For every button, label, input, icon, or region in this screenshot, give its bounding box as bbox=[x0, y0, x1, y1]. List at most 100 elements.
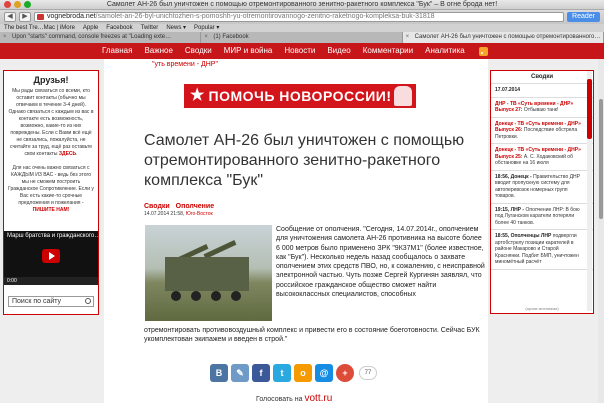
vk-share-button[interactable]: В bbox=[210, 364, 228, 382]
twitter-share-button[interactable]: t bbox=[273, 364, 291, 382]
vott-link[interactable]: vott.ru bbox=[304, 393, 332, 403]
bookmark-item[interactable]: The best Tre…Mac | iMore bbox=[4, 24, 75, 32]
page-scroll-thumb[interactable] bbox=[599, 99, 603, 219]
site-favicon-icon bbox=[37, 14, 44, 20]
article-body-continued: отремонтировать противовоздушный комплек… bbox=[144, 327, 480, 344]
menu-item-analytics[interactable]: Аналитика bbox=[419, 43, 471, 59]
tab-facebook[interactable]: × (1) Facebook bbox=[201, 32, 403, 43]
browser-toolbar: ◀ ▶ vognebroda.net/samolet-an-26-byl-uni… bbox=[0, 10, 604, 24]
video-controls[interactable]: 0:00 bbox=[4, 277, 98, 285]
news-title[interactable]: 19:15, ЛНР - bbox=[495, 207, 524, 213]
tab-bar: × Upon "starts" command, console freezes … bbox=[0, 32, 604, 43]
top-link[interactable]: "уть времени - ДНР" bbox=[152, 61, 218, 68]
wheel-shape bbox=[191, 291, 201, 301]
odnoklassniki-share-button[interactable]: o bbox=[294, 364, 312, 382]
date-text: 14.07.2014 21:58, bbox=[144, 211, 185, 217]
bookmark-item[interactable]: Facebook bbox=[106, 24, 132, 32]
tab-article[interactable]: × Самолет АН-26 был уничтожен с помощью о… bbox=[402, 32, 604, 43]
region-link[interactable]: Юго-Восток bbox=[186, 211, 213, 217]
menu-item-video[interactable]: Видео bbox=[321, 43, 356, 59]
back-button[interactable]: ◀ bbox=[4, 12, 16, 22]
vote-footer: Голосовать на vott.ru bbox=[256, 393, 332, 403]
menu-item-reports[interactable]: Сводки bbox=[179, 43, 218, 59]
friends-title: Друзья! bbox=[33, 75, 69, 85]
play-icon[interactable] bbox=[42, 249, 60, 263]
wheel-shape bbox=[231, 291, 241, 301]
wheel-shape bbox=[211, 291, 221, 301]
address-domain: vognebroda.net bbox=[47, 13, 96, 20]
window-titlebar: Самолет АН-26 был уничтожен с помощью от… bbox=[0, 0, 604, 10]
more-share-button[interactable]: + bbox=[336, 364, 354, 382]
article-date: 14.07.2014 21:58, Юго-Восток bbox=[144, 211, 213, 217]
news-item[interactable]: Донецк - ТВ «Суть времени - ДНР» Выпуск … bbox=[491, 118, 593, 144]
menu-item-comments[interactable]: Комментарии bbox=[357, 43, 419, 59]
news-text: Отбываю танк! bbox=[523, 107, 559, 113]
banner-text: ПОМОЧЬ НОВОРОССИИ! bbox=[208, 88, 392, 104]
address-bar[interactable]: vognebroda.net/samolet-an-26-byl-unichto… bbox=[34, 12, 565, 22]
reports-archive-link[interactable]: (архив мнениями) bbox=[491, 306, 593, 311]
news-item[interactable]: 18:55, Ополченцы ЛНР подвергли артобстре… bbox=[491, 230, 593, 270]
forward-button[interactable]: ▶ bbox=[19, 12, 31, 22]
vote-text: Голосовать на bbox=[256, 396, 303, 403]
site-search-input[interactable]: Поиск по сайту bbox=[8, 296, 94, 307]
news-item[interactable]: Донецк - ТВ «Суть времени - ДНР» Выпуск … bbox=[491, 144, 593, 171]
window-controls bbox=[4, 1, 31, 8]
menu-item-peace-war[interactable]: МИР и война bbox=[218, 43, 279, 59]
video-title: Марш братства и гражданского… bbox=[7, 233, 98, 239]
close-window-button[interactable] bbox=[4, 1, 11, 8]
category-link[interactable]: Ополчение bbox=[176, 203, 214, 210]
menu-item-news[interactable]: Новости bbox=[278, 43, 321, 59]
article-categories: Сводки Ополчение bbox=[144, 203, 218, 210]
reports-title: Сводки bbox=[491, 74, 593, 84]
scroll-thumb[interactable] bbox=[587, 79, 592, 139]
rss-icon[interactable] bbox=[478, 46, 488, 56]
bookmark-item[interactable]: Apple bbox=[83, 24, 98, 32]
search-icon[interactable] bbox=[85, 298, 91, 304]
video-time: 0:00 bbox=[7, 278, 17, 284]
bookmark-item[interactable]: Twitter bbox=[141, 24, 159, 32]
close-tab-icon[interactable]: × bbox=[3, 32, 7, 43]
wheel-shape bbox=[171, 291, 181, 301]
video-player[interactable]: Марш братства и гражданского… 0:00 bbox=[4, 231, 98, 285]
minimize-window-button[interactable] bbox=[14, 1, 21, 8]
friends-paragraph: Мы рады связаться со всеми, кто оставит … bbox=[8, 88, 94, 157]
category-link[interactable]: Сводки bbox=[144, 203, 170, 210]
zoom-window-button[interactable] bbox=[24, 1, 31, 8]
news-title[interactable]: 18:55, Ополченцы ЛНР bbox=[495, 233, 551, 239]
search-placeholder: Поиск по сайту bbox=[12, 298, 62, 305]
soldier-figure-icon bbox=[394, 86, 412, 106]
menu-item-important[interactable]: Важное bbox=[138, 43, 178, 59]
reports-scrollbar[interactable] bbox=[587, 71, 592, 311]
friends-text: Мы рады связаться со всеми, кто оставит … bbox=[8, 88, 94, 213]
main-content: "уть времени - ДНР" ★ ПОМОЧЬ НОВОРОССИИ!… bbox=[104, 59, 488, 403]
bookmark-item[interactable]: News ▾ bbox=[166, 24, 186, 32]
friends-paragraph-2: Для нас очень важно связаться с КАЖДЫМ И… bbox=[8, 165, 94, 206]
friends-sidebar: Друзья! Мы рады связаться со всеми, кто … bbox=[3, 70, 99, 315]
site-navigation: Главная Важное Сводки МИР и война Новост… bbox=[0, 43, 604, 59]
share-buttons: В ✎ f t o @ + 77 bbox=[210, 364, 377, 382]
here-link[interactable]: ЗДЕСЬ bbox=[59, 151, 76, 157]
close-tab-icon[interactable]: × bbox=[406, 32, 410, 43]
close-tab-icon[interactable]: × bbox=[204, 32, 208, 43]
help-novorossiya-banner[interactable]: ★ ПОМОЧЬ НОВОРОССИИ! bbox=[184, 84, 416, 108]
edit-share-button[interactable]: ✎ bbox=[231, 364, 249, 382]
news-item[interactable]: 19:15, ЛНР - Ополчение ЛНР: В бою под Лу… bbox=[491, 204, 593, 230]
news-item[interactable]: 18:56, Донецк - Правительство ДНР вводит… bbox=[491, 171, 593, 204]
launcher-shape bbox=[165, 257, 249, 291]
news-item[interactable]: ДНР - ТВ «Суть времени - ДНР» Выпуск 27:… bbox=[491, 98, 593, 118]
bookmark-item[interactable]: Popular ▾ bbox=[194, 24, 219, 32]
bookmarks-bar: The best Tre…Mac | iMore Apple Facebook … bbox=[0, 24, 604, 32]
article-body: Сообщение от ополчения. "Сегодня, 14.07.… bbox=[276, 226, 485, 299]
news-title[interactable]: 18:56, Донецк - bbox=[495, 174, 532, 180]
reader-button[interactable]: Reader bbox=[567, 12, 600, 22]
mailru-share-button[interactable]: @ bbox=[315, 364, 333, 382]
menu-item-home[interactable]: Главная bbox=[96, 43, 138, 59]
tab-label: Upon "starts" command, console freezes a… bbox=[12, 34, 172, 40]
news-item[interactable]: 17.07.2014 bbox=[491, 84, 593, 98]
page-scrollbar[interactable] bbox=[598, 59, 604, 403]
facebook-share-button[interactable]: f bbox=[252, 364, 270, 382]
write-us-link[interactable]: ПИШИТЕ НАМ! bbox=[33, 207, 70, 213]
share-count: 77 bbox=[359, 366, 377, 380]
tab-label: Самолет АН-26 был уничтожен с помощью от… bbox=[414, 34, 601, 40]
tab-console[interactable]: × Upon "starts" command, console freezes … bbox=[0, 32, 202, 43]
